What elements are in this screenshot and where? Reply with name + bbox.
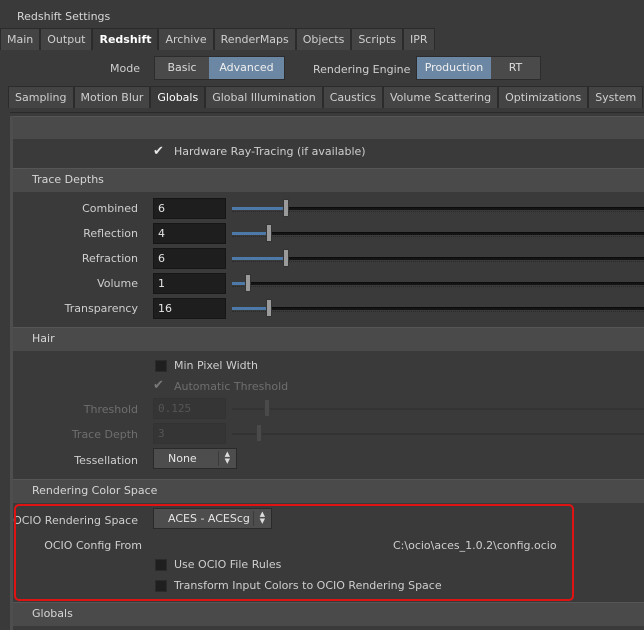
tab-output[interactable]: Output [40,28,93,50]
min-pixel-width-checkbox[interactable] [155,360,167,372]
globals-header[interactable]: Globals [13,602,644,626]
trace-depth-label: Transparency [64,302,138,315]
scroll-indent-bar [10,116,13,630]
trace-depth-field[interactable]: 4 [153,223,226,244]
tab-volume-scattering[interactable]: Volume Scattering [382,86,499,108]
hair-trace-depth-slider-handle[interactable] [256,424,262,442]
tab-sampling[interactable]: Sampling [8,86,74,108]
tab-objects[interactable]: Objects [295,28,352,50]
window-title: Redshift Settings [17,10,111,23]
tab-system[interactable]: System [588,86,644,108]
trace-depth-slider-handle[interactable] [245,274,251,292]
rendering-engine-label: Rendering Engine [313,63,411,76]
trace-depth-slider-track[interactable] [232,307,644,310]
tessellation-value: None [168,452,197,465]
tab-global-illumination[interactable]: Global Illumination [205,86,323,108]
trace-depth-slider-handle[interactable] [266,224,272,242]
mode-toggle: Basic Advanced [154,56,285,80]
section-header-top [13,116,644,139]
tab-globals[interactable]: Globals [150,86,206,108]
slider-ticks [232,236,644,238]
slider-ticks [232,211,644,213]
trace-depth-slider-fill [232,232,269,235]
sub-tab-bar: Sampling Motion Blur Globals Global Illu… [8,86,644,108]
engine-production-button[interactable]: Production [417,57,491,79]
trace-depth-label: Volume [97,277,138,290]
mode-label: Mode [110,62,140,75]
highlight-box [14,504,574,601]
hair-trace-depth-slider-track[interactable] [232,433,644,435]
tab-optimizations[interactable]: Optimizations [498,86,589,108]
trace-depth-slider-track[interactable] [232,282,644,285]
trace-depth-label: Refraction [81,252,138,265]
trace-depth-slider-fill [232,207,286,210]
trace-depth-label: Combined [82,202,138,215]
tessellation-dropdown[interactable]: None ▲ ▼ [153,448,237,469]
engine-rt-button[interactable]: RT [491,57,540,79]
hw-raytracing-label: Hardware Ray-Tracing (if available) [174,145,366,158]
trace-depth-field[interactable]: 6 [153,198,226,219]
tab-redshift[interactable]: Redshift [92,28,159,50]
tab-main[interactable]: Main [0,28,41,50]
hair-trace-depth-label: Trace Depth [71,428,138,441]
hair-header[interactable]: Hair [13,327,644,351]
color-space-header[interactable]: Rendering Color Space [13,479,644,503]
threshold-slider-handle[interactable] [264,399,270,417]
trace-depth-slider-fill [232,307,269,310]
trace-depth-slider-handle[interactable] [266,299,272,317]
trace-depth-label: Reflection [83,227,138,240]
tab-scripts[interactable]: Scripts [351,28,403,50]
auto-threshold-label: Automatic Threshold [174,380,289,393]
top-tab-bar: Main Output Redshift Archive RenderMaps … [0,28,435,50]
slider-ticks [232,286,644,288]
tab-motion-blur[interactable]: Motion Blur [73,86,151,108]
min-pixel-width-label: Min Pixel Width [174,359,258,372]
mode-basic-button[interactable]: Basic [155,57,209,79]
trace-depth-slider-track[interactable] [232,257,644,260]
tab-rendermaps[interactable]: RenderMaps [213,28,296,50]
trace-depth-slider-track[interactable] [232,207,644,210]
threshold-slider-track[interactable] [232,408,644,410]
trace-depth-field[interactable]: 6 [153,248,226,269]
hw-raytracing-checkbox[interactable]: ✔ [153,145,164,158]
trace-depths-header[interactable]: Trace Depths [13,168,644,192]
trace-depth-field[interactable]: 1 [153,273,226,294]
engine-toggle: Production RT [416,56,541,80]
trace-depth-slider-handle[interactable] [283,249,289,267]
dropdown-separator [218,451,219,466]
threshold-label: Threshold [83,403,138,416]
tab-caustics[interactable]: Caustics [322,86,383,108]
slider-ticks [232,311,644,313]
trace-depth-slider-handle[interactable] [283,199,289,217]
slider-ticks [232,261,644,263]
hair-trace-depth-field[interactable]: 3 [153,423,226,444]
tab-ipr[interactable]: IPR [402,28,435,50]
auto-threshold-checkbox[interactable]: ✔ [153,379,164,392]
tab-archive[interactable]: Archive [158,28,214,50]
tessellation-label: Tessellation [74,454,138,467]
trace-depth-slider-track[interactable] [232,232,644,235]
trace-depth-field[interactable]: 16 [153,298,226,319]
mode-advanced-button[interactable]: Advanced [209,57,284,79]
updown-arrow-icon: ▲ ▼ [224,450,230,465]
trace-depth-slider-fill [232,257,286,260]
threshold-field[interactable]: 0.125 [153,398,226,419]
